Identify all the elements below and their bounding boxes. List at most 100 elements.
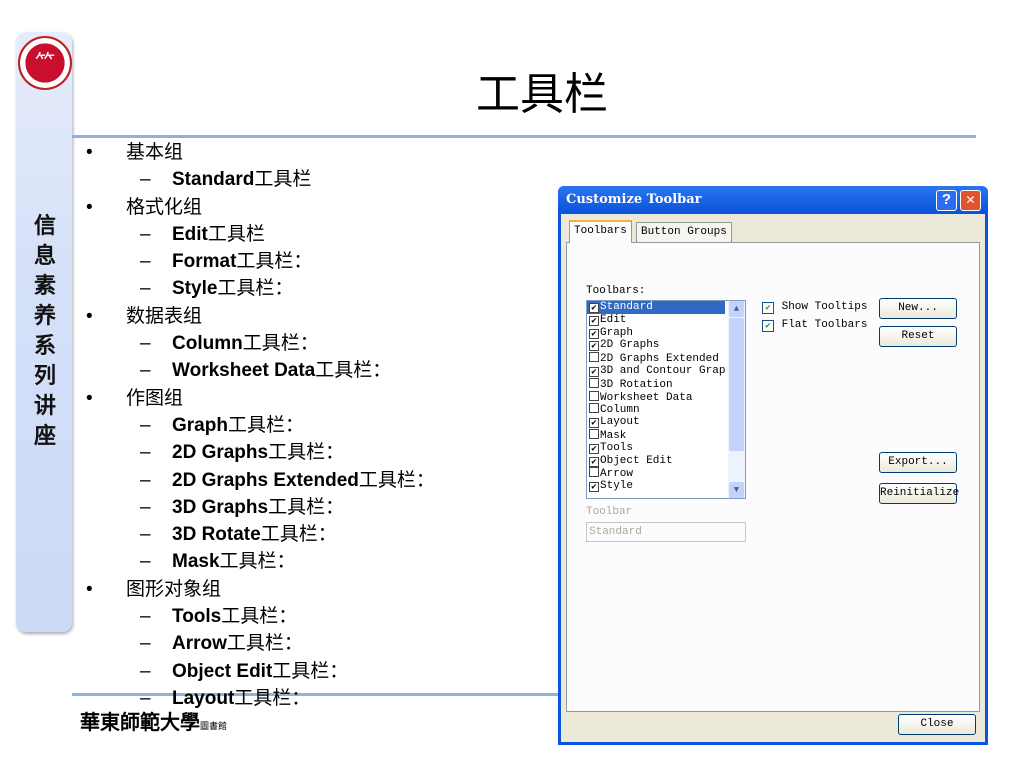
toolbar-name: Arrow bbox=[172, 633, 227, 655]
reset-button[interactable]: Reset bbox=[879, 326, 957, 347]
top-divider bbox=[72, 135, 976, 138]
bullet-item: – Arrow工具栏： bbox=[86, 630, 435, 657]
checkbox-icon[interactable] bbox=[589, 352, 599, 363]
slide-title: 工具栏 bbox=[476, 69, 608, 120]
toolbar-list-item[interactable]: Column bbox=[587, 403, 725, 416]
series-title-char: 素 bbox=[33, 274, 56, 299]
bullet-item: • 格式化组 bbox=[86, 194, 435, 221]
bullet-dot: • bbox=[86, 142, 93, 163]
bullet-item: – Column工具栏： bbox=[86, 330, 435, 357]
scroll-up-icon[interactable]: ▲ bbox=[729, 301, 744, 317]
new-button[interactable]: New... bbox=[879, 298, 957, 319]
checkbox-icon[interactable] bbox=[589, 467, 599, 478]
bullet-dash: – bbox=[140, 223, 151, 245]
toolbar-list-item[interactable]: 3D Rotation bbox=[587, 377, 725, 391]
checkbox-icon[interactable]: ✔ bbox=[589, 418, 599, 429]
item-label: 2D Graphs bbox=[600, 339, 660, 352]
series-title-char: 讲 bbox=[33, 394, 56, 419]
checkbox-icon[interactable]: ✔ bbox=[589, 366, 599, 377]
checkbox-icon[interactable]: ✔ bbox=[589, 341, 599, 352]
series-title-char: 息 bbox=[33, 244, 56, 269]
toolbar-name: Object Edit bbox=[172, 660, 273, 682]
toolbar-list-item[interactable]: Mask bbox=[587, 428, 725, 442]
toolbar-list-item[interactable]: ✔ Standard bbox=[587, 301, 725, 314]
toolbar-list-item[interactable]: ✔ Graph bbox=[587, 327, 725, 340]
toolbar-name-field[interactable]: Standard bbox=[586, 522, 746, 542]
bullet-item: • 图形对象组 bbox=[86, 576, 435, 603]
toolbar-list-item[interactable]: ✔ Object Edit bbox=[587, 455, 725, 468]
bullet-item: – Standard工具栏 bbox=[86, 166, 435, 193]
item-label: Standard bbox=[600, 301, 653, 313]
reinitialize-button[interactable]: Reinitialize bbox=[879, 483, 959, 504]
toolbar-name: 3D Graphs bbox=[172, 496, 269, 518]
toolbar-list-item[interactable]: 2D Graphs Extended bbox=[587, 352, 725, 365]
bullet-text: 数据表组 bbox=[126, 305, 203, 327]
checkbox-icon[interactable]: ✔ bbox=[589, 315, 599, 326]
toolbar-name: Format bbox=[172, 251, 237, 273]
toolbar-list-item[interactable]: ✔ Style bbox=[587, 480, 725, 493]
item-label: Arrow bbox=[600, 468, 634, 481]
toolbar-list-item[interactable]: ✔ Layout bbox=[587, 416, 725, 429]
toolbar-list-item[interactable]: ✔ 3D and Contour Graphs bbox=[587, 365, 725, 378]
bullet-item: –2D Graphs Extended工具栏： bbox=[86, 467, 435, 494]
bullet-suffix: 工具栏： bbox=[236, 250, 313, 273]
toolbar-list-item[interactable]: ✔ 2D Graphs bbox=[587, 339, 725, 352]
bullet-dot: • bbox=[86, 305, 93, 327]
checkbox-icon[interactable] bbox=[589, 403, 599, 414]
bullet-dot: • bbox=[86, 578, 93, 600]
bullet-list: • 基本组 – Standard工具栏 • 格式化组 – Edit工具栏 – Format工具栏：… bbox=[86, 139, 435, 712]
bullet-item: – Style工具栏： bbox=[86, 275, 435, 302]
series-title-char: 信 bbox=[33, 214, 56, 239]
flat-toolbars-checkbox[interactable]: ✔ Flat Toolbars bbox=[762, 319, 867, 332]
toolbar-list-item[interactable]: ✔ Tools bbox=[587, 442, 725, 455]
bullet-dot: • bbox=[86, 196, 93, 218]
checkbox-icon[interactable] bbox=[589, 390, 599, 401]
tab-button-groups[interactable]: Button Groups bbox=[636, 222, 732, 242]
bullet-item: • 基本组 bbox=[86, 139, 435, 166]
toolbar-name: 2D Graphs Extended bbox=[172, 469, 359, 491]
checkbox-icon[interactable] bbox=[589, 377, 599, 388]
checkbox-icon[interactable]: ✔ bbox=[589, 482, 599, 493]
footer-logo: 華東師範大學圖書館 bbox=[80, 706, 227, 735]
bullet-item: – Object Edit工具栏： bbox=[86, 658, 435, 685]
bullet-suffix: 工具栏： bbox=[217, 277, 294, 300]
flat-toolbars-label: Flat Toolbars bbox=[781, 319, 868, 331]
toolbar-name: 2D Graphs bbox=[172, 442, 269, 464]
checkbox-icon[interactable] bbox=[589, 428, 599, 439]
dialog-titlebar: Customize Toolbar bbox=[558, 186, 988, 214]
bullet-suffix: 工具栏： bbox=[242, 332, 319, 355]
checkbox-icon[interactable]: ✔ bbox=[589, 456, 599, 467]
checkbox-icon[interactable]: ✔ bbox=[589, 328, 599, 339]
series-title-char: 养 bbox=[33, 304, 56, 329]
export-button[interactable]: Export... bbox=[879, 452, 957, 473]
toolbar-list-item[interactable]: ✔ Edit bbox=[587, 314, 725, 327]
scroll-thumb[interactable] bbox=[729, 318, 744, 451]
bullet-item: – Worksheet Data工具栏： bbox=[86, 357, 435, 384]
checkbox-icon[interactable]: ✔ bbox=[589, 303, 599, 313]
toolbars-listbox[interactable]: ✔ Standard ✔ Edit ✔ Graph ✔ 2D Graphs 2D Graphs … bbox=[586, 300, 746, 499]
bullet-suffix: 工具栏： bbox=[234, 686, 311, 709]
bullet-dash: – bbox=[140, 278, 151, 300]
bullet-suffix: 工具栏： bbox=[219, 550, 296, 573]
list-label: Toolbars: bbox=[586, 285, 646, 297]
bullet-dash: – bbox=[140, 169, 151, 191]
checkbox-icon[interactable]: ✔ bbox=[589, 443, 599, 454]
series-title: 信息素养系列讲座 bbox=[30, 212, 60, 452]
bullet-item: –2D Graphs工具栏： bbox=[86, 439, 435, 466]
toolbar-list-item[interactable]: Worksheet Data bbox=[587, 390, 725, 403]
help-button[interactable]: ? bbox=[936, 190, 957, 211]
bullet-dash: – bbox=[140, 551, 151, 573]
toolbar-list-item[interactable]: Arrow bbox=[587, 467, 725, 480]
bullet-dash: – bbox=[140, 442, 151, 464]
footer-name: 華東師範大學 bbox=[80, 710, 200, 734]
item-label: Mask bbox=[600, 429, 627, 442]
scroll-down-icon[interactable]: ▼ bbox=[729, 482, 744, 498]
scrollbar[interactable]: ▲ ▼ bbox=[728, 301, 745, 498]
close-button[interactable]: Close bbox=[898, 714, 976, 735]
bullet-dash: – bbox=[140, 496, 151, 518]
toolbar-name: 3D Rotate bbox=[172, 524, 261, 546]
bullet-text: 格式化组 bbox=[126, 196, 203, 218]
tab-toolbars[interactable]: Toolbars bbox=[569, 220, 632, 243]
show-tooltips-checkbox[interactable]: ✔ Show Tooltips bbox=[762, 301, 867, 314]
close-x-button[interactable]: ✕ bbox=[960, 190, 981, 211]
